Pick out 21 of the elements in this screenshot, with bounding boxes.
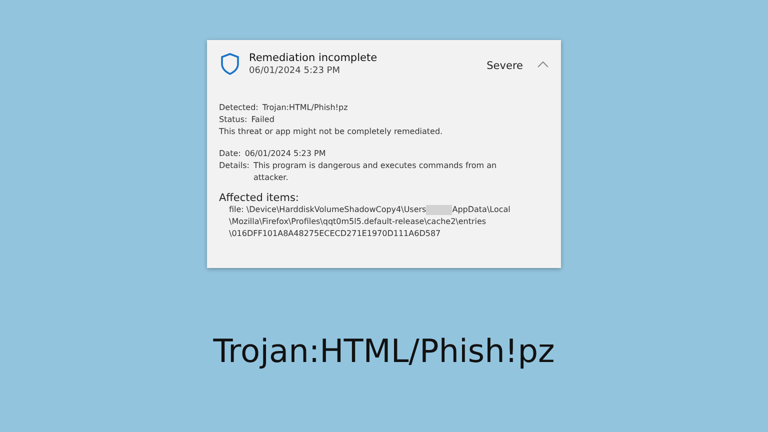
field-label: Date:: [219, 148, 241, 160]
file-path: file: \Device\HarddiskVolumeShadowCopy4\Users: [229, 205, 426, 214]
caption-title: Trojan:HTML/Phish!pz: [213, 332, 555, 370]
field-value: 06/01/2024 5:23 PM: [244, 148, 326, 160]
field-label: Status:: [219, 114, 248, 126]
redaction-block: [426, 204, 452, 215]
field-label: Detected:: [219, 102, 258, 114]
chevron-up-icon[interactable]: [537, 60, 549, 68]
file-path: \016DFF101A8A48275ECECD271E1970D111A6D587: [229, 229, 441, 238]
field-value: Trojan:HTML/Phish!pz: [262, 102, 348, 114]
severity-label: Severe: [486, 60, 523, 72]
alert-time: 06/01/2024 5:23 PM: [249, 66, 341, 76]
alert-title: Remediation incomplete: [249, 52, 378, 64]
field-value: This program is dangerous and executes commands from an attacker.: [253, 160, 498, 184]
shield-icon: [219, 52, 241, 76]
file-path: AppData\Local: [452, 205, 510, 214]
file-path: \Mozilla\Firefox\Profiles\qqt0m5l5.default-release\cache2\entries: [229, 217, 486, 226]
affected-heading: Affected items:: [219, 192, 300, 204]
threat-note: This threat or app might not be completely remediated.: [219, 127, 443, 136]
field-label: Details:: [219, 160, 250, 172]
field-value: Failed: [251, 114, 274, 126]
